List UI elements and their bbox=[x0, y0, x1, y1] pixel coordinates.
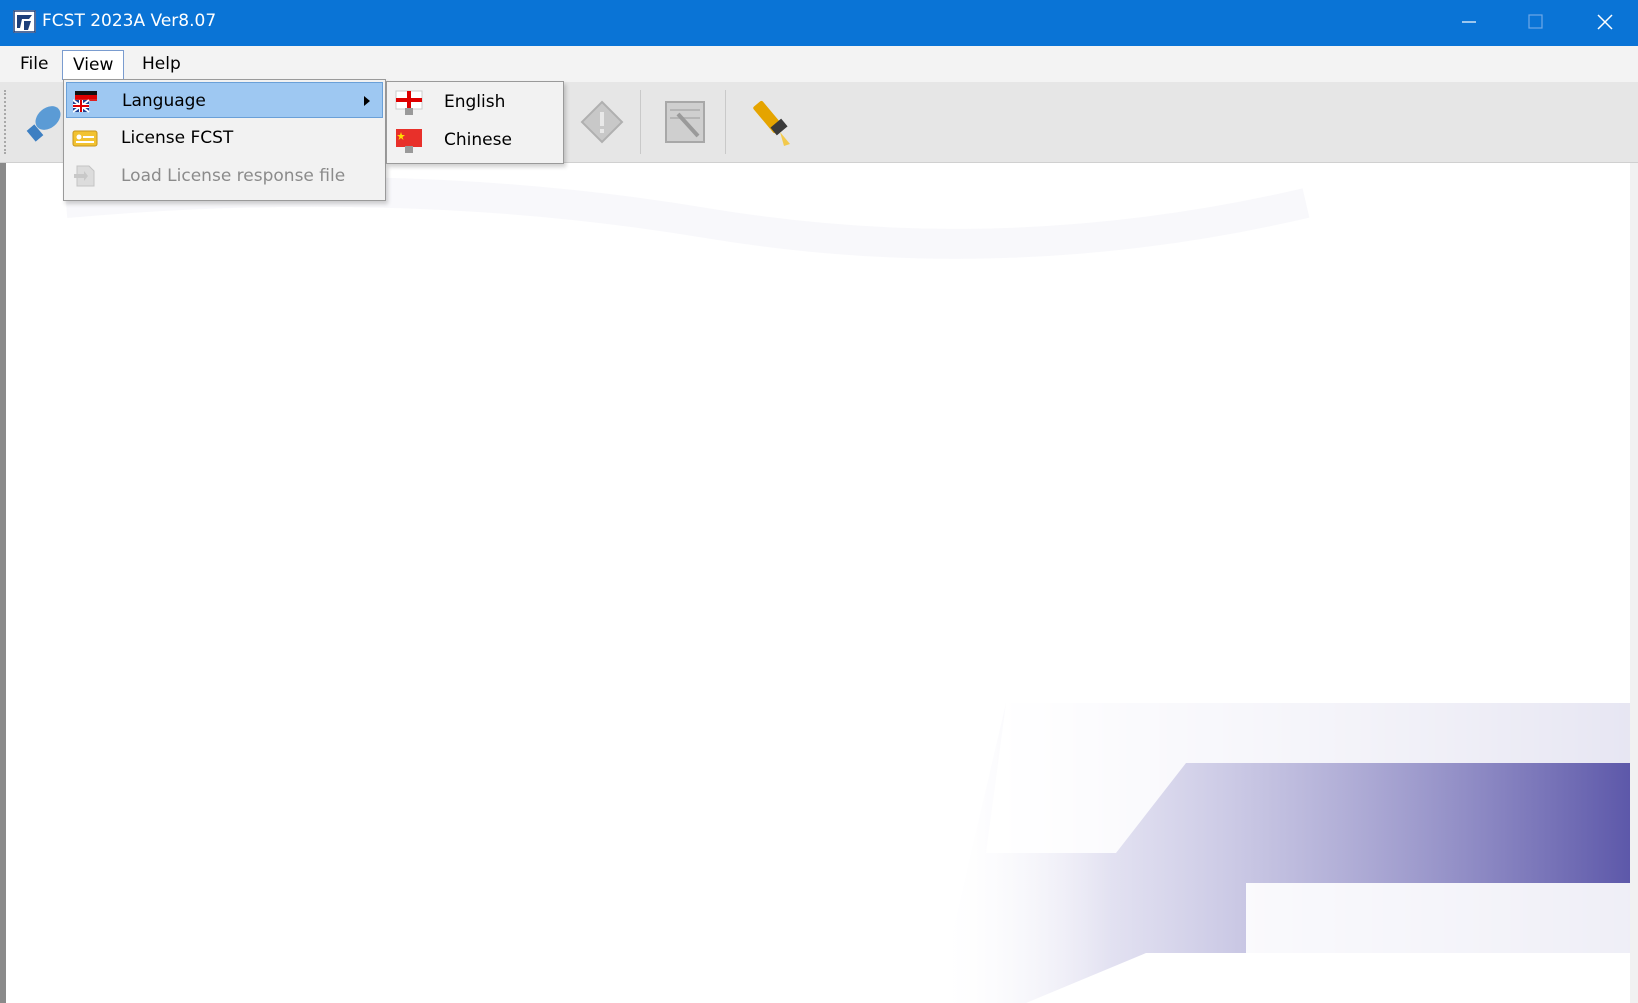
minimize-icon bbox=[1462, 21, 1476, 23]
menu-item-chinese[interactable]: Chinese bbox=[389, 121, 561, 159]
menu-view[interactable]: View bbox=[62, 50, 125, 80]
menu-item-label: License FCST bbox=[121, 128, 234, 148]
menu-item-license-fcst[interactable]: License FCST bbox=[66, 120, 383, 156]
background-watermark bbox=[64, 176, 1638, 1003]
submenu-arrow-icon bbox=[364, 96, 370, 106]
load-file-icon bbox=[72, 164, 98, 188]
menu-item-language[interactable]: Language bbox=[66, 82, 383, 118]
notepad-edit-icon bbox=[665, 101, 705, 143]
language-flag-icon bbox=[72, 89, 99, 113]
vertical-scrollbar[interactable] bbox=[1630, 163, 1638, 1003]
maximize-button[interactable] bbox=[1500, 0, 1570, 46]
menu-item-english[interactable]: English bbox=[389, 83, 561, 121]
china-flag-icon bbox=[395, 128, 423, 154]
close-button[interactable] bbox=[1570, 0, 1638, 46]
menu-item-label: Language bbox=[122, 91, 206, 111]
notepad-button[interactable] bbox=[658, 92, 714, 152]
view-menu-dropdown: Language License FCST Load License respo… bbox=[63, 79, 386, 201]
menu-bar: File View Help bbox=[0, 46, 1638, 82]
minimize-button[interactable] bbox=[1432, 0, 1502, 46]
warning-button[interactable] bbox=[574, 92, 630, 152]
warning-diamond-icon bbox=[580, 100, 624, 144]
flashlight-button[interactable] bbox=[742, 92, 798, 152]
menu-file[interactable]: File bbox=[10, 50, 58, 78]
title-bar: FCST 2023A Ver8.07 bbox=[0, 0, 1638, 46]
toolbar-separator bbox=[725, 90, 726, 154]
toolbar-separator bbox=[640, 90, 641, 154]
flashlight-icon bbox=[753, 100, 790, 146]
menu-item-label: Chinese bbox=[444, 130, 512, 150]
close-icon bbox=[1597, 14, 1613, 30]
license-card-icon bbox=[72, 126, 98, 150]
language-submenu: English Chinese bbox=[386, 81, 564, 164]
window-title: FCST 2023A Ver8.07 bbox=[42, 11, 217, 31]
england-flag-icon bbox=[395, 90, 423, 116]
app-logo-icon bbox=[13, 10, 36, 33]
maximize-icon bbox=[1528, 14, 1543, 29]
menu-help[interactable]: Help bbox=[132, 50, 191, 78]
menu-item-label: English bbox=[444, 92, 506, 112]
menu-item-load-license-response[interactable]: Load License response file bbox=[66, 158, 383, 194]
main-client-area bbox=[0, 163, 1638, 1003]
menu-item-label: Load License response file bbox=[121, 166, 346, 186]
toolbar-grip[interactable] bbox=[4, 90, 9, 154]
